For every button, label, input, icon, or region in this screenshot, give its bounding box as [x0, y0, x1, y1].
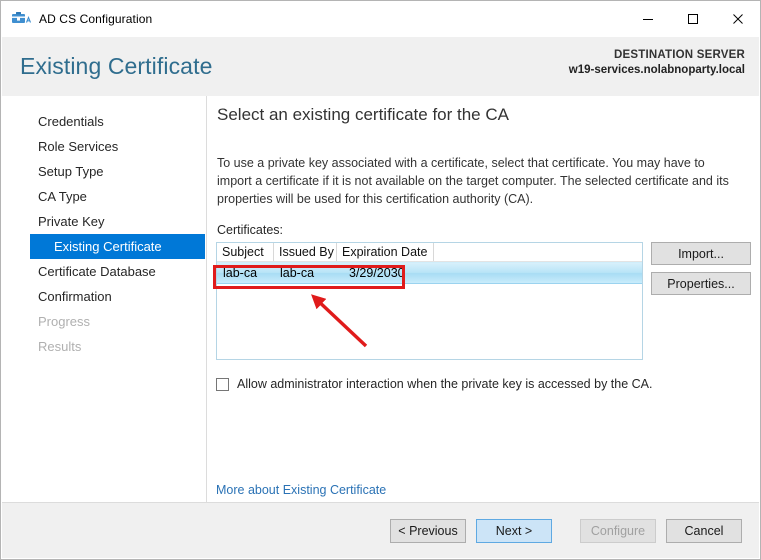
sidebar-item-progress: Progress — [38, 314, 91, 329]
ad-cs-configuration-window: AD CS Configuration Existing Certificate… — [0, 0, 761, 560]
maximize-button[interactable] — [670, 1, 715, 37]
sidebar-item-existing-certificate[interactable]: Existing Certificate — [30, 234, 205, 259]
column-header-subject[interactable]: Subject — [217, 243, 274, 261]
destination-server-label: DESTINATION SERVER — [614, 49, 745, 61]
allow-admin-interaction-label: Allow administrator interaction when the… — [237, 377, 653, 391]
wizard-footer: < Previous Next > Configure Cancel — [2, 502, 759, 558]
table-row[interactable]: lab-ca lab-ca 3/29/2030 — [217, 262, 642, 284]
more-about-link[interactable]: More about Existing Certificate — [216, 483, 386, 497]
close-button[interactable] — [715, 1, 760, 37]
minimize-button[interactable] — [625, 1, 670, 37]
sidebar-item-private-key[interactable]: Private Key — [2, 209, 206, 234]
sidebar-item-confirmation[interactable]: Confirmation — [2, 284, 206, 309]
certificates-listbox[interactable]: Subject Issued By Expiration Date lab-ca… — [216, 242, 643, 360]
content-heading: Select an existing certificate for the C… — [217, 105, 509, 124]
column-header-expiration-date[interactable]: Expiration Date — [337, 243, 434, 261]
certificates-table-header: Subject Issued By Expiration Date — [217, 243, 642, 262]
cancel-button[interactable]: Cancel — [666, 519, 742, 543]
sidebar-item-credentials[interactable]: Credentials — [2, 109, 206, 134]
adcs-icon — [11, 10, 32, 28]
cell-subject: lab-ca — [223, 266, 258, 280]
column-header-issued-by[interactable]: Issued By — [274, 243, 337, 261]
wizard-content: Select an existing certificate for the C… — [207, 96, 759, 503]
sidebar-item-setup-type[interactable]: Setup Type — [2, 159, 206, 184]
content-description: To use a private key associated with a c… — [217, 156, 729, 206]
import-button[interactable]: Import... — [651, 242, 751, 265]
destination-server-block: DESTINATION SERVER w19-services.nolabnop… — [569, 49, 745, 76]
allow-admin-interaction-checkbox[interactable] — [216, 377, 229, 391]
next-button[interactable]: Next > — [476, 519, 552, 543]
previous-button[interactable]: < Previous — [390, 519, 466, 543]
window-titlebar: AD CS Configuration — [1, 1, 760, 37]
allow-admin-interaction-checkbox-row[interactable]: Allow administrator interaction when the… — [216, 377, 652, 391]
configure-button: Configure — [580, 519, 656, 543]
page-title: Existing Certificate — [20, 53, 213, 79]
window-controls — [625, 1, 760, 37]
cell-expiration-date: 3/29/2030 — [349, 266, 405, 280]
window-title: AD CS Configuration — [39, 12, 153, 26]
wizard-step-list: Credentials Role Services Setup Type CA Typ… — [2, 96, 206, 359]
wizard-sidebar: Credentials Role Services Setup Type CA Typ… — [2, 96, 207, 503]
destination-server-name: w19-services.nolabnoparty.local — [568, 64, 745, 76]
sidebar-item-results: Results — [38, 339, 82, 354]
sidebar-item-ca-type[interactable]: CA Type — [2, 184, 206, 209]
certificates-label: Certificates: — [217, 223, 283, 237]
cell-issued-by: lab-ca — [280, 266, 315, 280]
sidebar-item-certificate-database[interactable]: Certificate Database — [2, 259, 206, 284]
properties-button[interactable]: Properties... — [651, 272, 751, 295]
sidebar-item-role-services[interactable]: Role Services — [2, 134, 206, 159]
wizard-header: Existing Certificate DESTINATION SERVER … — [2, 37, 759, 96]
wizard-body: Credentials Role Services Setup Type CA Typ… — [2, 96, 759, 503]
